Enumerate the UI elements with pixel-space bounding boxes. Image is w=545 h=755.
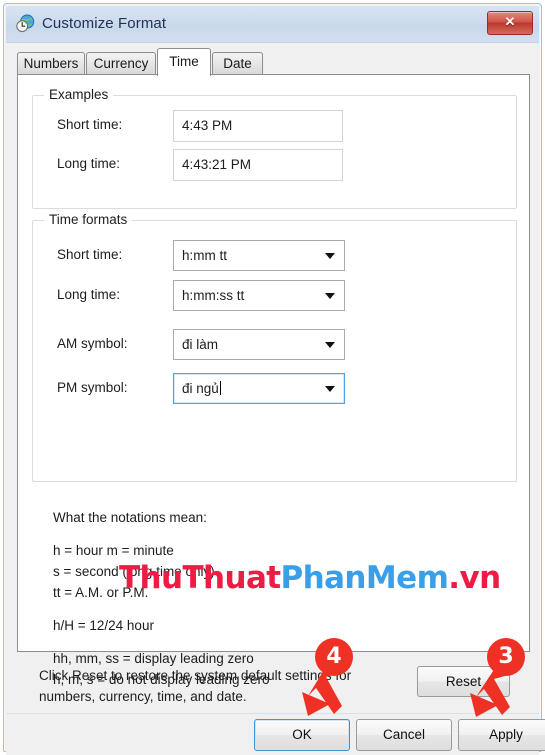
long-time-format-combo[interactable]: h:mm:ss tt <box>173 280 345 311</box>
close-button[interactable]: ✕ <box>487 11 533 35</box>
tab-strip: Numbers Currency Time Date <box>17 48 530 76</box>
pm-symbol-label: PM symbol: <box>57 380 128 395</box>
dialog-inner: Customize Format ✕ Numbers Currency Time… <box>6 6 545 755</box>
region-clock-globe-icon <box>15 13 36 34</box>
examples-group-title: Examples <box>44 87 114 102</box>
time-formats-group: Time formats Short time: h:mm tt Long ti… <box>32 212 517 482</box>
time-formats-group-title: Time formats <box>44 212 133 227</box>
short-time-format-combo[interactable]: h:mm tt <box>173 240 345 271</box>
pm-symbol-value-wrap: đi ngủ <box>182 374 316 403</box>
title-bar: Customize Format ✕ <box>6 6 539 43</box>
ok-button[interactable]: OK <box>254 719 350 751</box>
notations-block: What the notations mean: h = hour m = mi… <box>53 507 483 690</box>
pm-symbol-value: đi ngủ <box>182 381 219 396</box>
reset-description: Click Reset to restore the system defaul… <box>39 665 409 707</box>
tab-date[interactable]: Date <box>212 52 263 75</box>
tab-numbers[interactable]: Numbers <box>17 52 85 75</box>
customize-format-dialog: Customize Format ✕ Numbers Currency Time… <box>3 3 545 755</box>
notations-line-3: tt = A.M. or P.M. <box>53 585 149 600</box>
cancel-button[interactable]: Cancel <box>356 719 452 751</box>
pm-symbol-combo[interactable]: đi ngủ <box>173 373 345 404</box>
text-caret <box>219 381 221 395</box>
window-title: Customize Format <box>42 15 167 32</box>
notations-spacer-1 <box>53 528 483 540</box>
short-time-format-value: h:mm tt <box>182 248 228 263</box>
reset-button[interactable]: Reset <box>417 666 510 697</box>
long-time-format-label: Long time: <box>57 287 121 302</box>
screenshot-root: Customize Format ✕ Numbers Currency Time… <box>0 0 545 755</box>
tab-time[interactable]: Time <box>157 48 211 76</box>
reset-description-line-1: Click Reset to restore the system defaul… <box>39 668 352 683</box>
examples-long-time-label: Long time: <box>57 156 121 171</box>
notations-line-1: h = hour m = minute <box>53 543 174 558</box>
examples-short-time-value: 4:43 PM <box>173 110 343 142</box>
chevron-down-icon[interactable] <box>325 292 335 299</box>
notations-spacer-2 <box>53 603 483 615</box>
close-icon: ✕ <box>504 14 516 29</box>
time-tab-panel: Examples Short time: 4:43 PM Long time: … <box>17 74 530 687</box>
notations-line-4: h/H = 12/24 hour <box>53 618 154 633</box>
long-time-format-value: h:mm:ss tt <box>182 288 245 303</box>
chevron-down-icon[interactable] <box>325 385 335 392</box>
notations-heading: What the notations mean: <box>53 510 207 525</box>
tab-currency[interactable]: Currency <box>86 52 156 75</box>
notations-line-2: s = second (long time only) <box>53 564 215 579</box>
short-time-format-label: Short time: <box>57 247 123 262</box>
chevron-down-icon[interactable] <box>325 252 335 259</box>
am-symbol-label: AM symbol: <box>57 336 128 351</box>
notations-spacer-3 <box>53 636 483 648</box>
chevron-down-icon[interactable] <box>325 341 335 348</box>
examples-short-time-label: Short time: <box>57 117 123 132</box>
am-symbol-combo[interactable]: đi làm <box>173 329 345 360</box>
examples-long-time-value: 4:43:21 PM <box>173 149 343 181</box>
reset-description-line-2: numbers, currency, time, and date. <box>39 689 247 704</box>
examples-group: Examples Short time: 4:43 PM Long time: … <box>32 87 517 209</box>
am-symbol-value: đi làm <box>182 337 219 352</box>
apply-button[interactable]: Apply <box>458 719 545 751</box>
